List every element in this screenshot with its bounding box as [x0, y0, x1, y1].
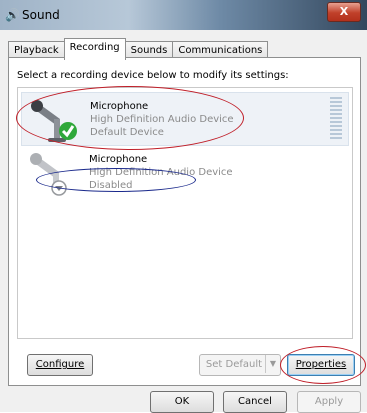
close-button[interactable]: X — [327, 2, 361, 22]
checkmark-icon — [59, 122, 77, 140]
tab-recording[interactable]: Recording — [63, 38, 126, 60]
chevron-down-icon: ▼ — [265, 355, 280, 373]
device-item-microphone-disabled[interactable]: Microphone High Definition Audio Device … — [21, 146, 347, 198]
window-title: Sound — [22, 8, 60, 22]
microphone-icon — [31, 100, 77, 142]
properties-button[interactable]: Properties — [287, 354, 355, 376]
set-default-button-label: Set Default — [205, 359, 263, 370]
title-bar[interactable]: 🔊 Sound X — [0, 0, 367, 30]
device-status: Disabled — [89, 180, 133, 191]
ok-button[interactable]: OK — [150, 391, 214, 413]
configure-button-label: Configure — [35, 359, 85, 370]
properties-button-label: Properties — [295, 359, 347, 370]
sound-dialog: 🔊 Sound X Playback Recording Sounds Comm… — [0, 0, 367, 413]
speaker-icon: 🔊 — [5, 8, 20, 22]
device-description: High Definition Audio Device — [89, 167, 233, 178]
input-level-meter — [330, 97, 342, 139]
device-name: Microphone — [89, 154, 148, 165]
configure-button[interactable]: Configure — [27, 354, 93, 376]
device-description: High Definition Audio Device — [90, 114, 234, 125]
instruction-text: Select a recording device below to modif… — [17, 70, 289, 81]
tab-strip: Playback Recording Sounds Communications — [8, 38, 269, 60]
recording-panel: Select a recording device below to modif… — [8, 57, 361, 386]
microphone-icon — [30, 153, 67, 196]
set-default-button[interactable]: Set Default ▼ — [199, 354, 281, 376]
device-status: Default Device — [90, 127, 164, 138]
device-name: Microphone — [90, 101, 149, 112]
disabled-down-arrow-icon — [51, 180, 67, 196]
apply-button[interactable]: Apply — [297, 391, 361, 413]
device-item-microphone-default[interactable]: Microphone High Definition Audio Device … — [21, 92, 349, 146]
cancel-button[interactable]: Cancel — [223, 391, 287, 413]
device-list[interactable]: Microphone High Definition Audio Device … — [17, 87, 353, 339]
